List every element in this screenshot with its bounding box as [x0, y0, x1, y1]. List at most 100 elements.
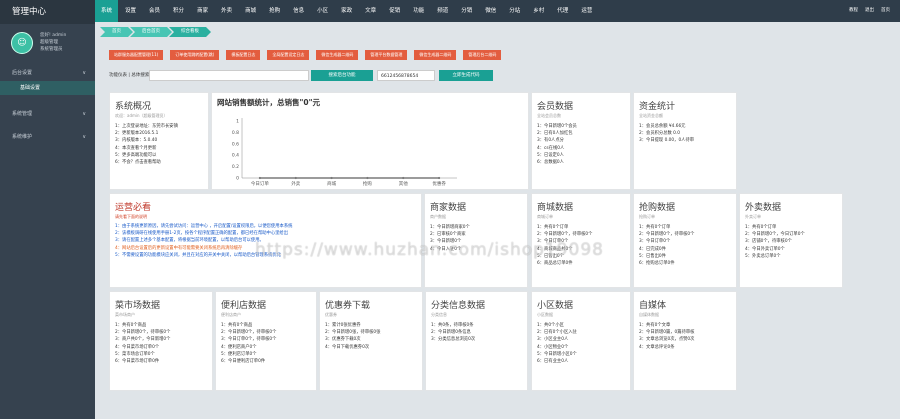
- stat-line: 6：今日便利店订单0件: [221, 359, 266, 365]
- search-input[interactable]: [149, 70, 309, 81]
- top-nav-item[interactable]: 促销: [383, 0, 406, 22]
- stat-line: 1：共有0个订单: [639, 225, 671, 230]
- quick-button[interactable]: 站群服务器配置管理(11): [109, 50, 164, 60]
- top-nav-item[interactable]: 积分: [167, 0, 190, 22]
- logout-link[interactable]: 退出: [865, 0, 874, 22]
- avatar[interactable]: ☺: [11, 32, 33, 54]
- sidebar-menu-maintain[interactable]: 系统维护 ∨: [0, 130, 95, 145]
- stat-line: 4：本次查看个月更新: [115, 145, 157, 151]
- stat-line: 2：今日新增0个，待审核0个: [639, 232, 695, 238]
- chevron-down-icon: ∨: [82, 134, 86, 140]
- top-nav-item[interactable]: 商家: [191, 0, 214, 22]
- code-field[interactable]: 6612456878654: [377, 70, 435, 81]
- stat-line: 3：今日提现 0.00，0人待审: [639, 138, 695, 144]
- top-nav-item[interactable]: 家政: [335, 0, 358, 22]
- card-title: 外卖数据: [745, 203, 782, 213]
- user-panel: ☺ 您好! admin 超级管理 系统管理员: [0, 24, 95, 62]
- stat-line: 1：累计0张优惠券: [325, 323, 361, 328]
- sidebar-item-basic[interactable]: 基础设置: [0, 81, 95, 95]
- top-nav-item[interactable]: 小区: [311, 0, 334, 22]
- stat-line: 4：今日菜市场订单0个: [115, 344, 160, 350]
- card-subtitle: 全站会员总数: [537, 113, 561, 118]
- sales-chart: 1 0.8 0.6 0.4 0.2 0 今日订单 外卖 商城 抢购 其他 优惠券: [232, 118, 457, 187]
- stat-line: 3：今日订单0个，待审核0个: [221, 337, 277, 343]
- crumb-admin-home[interactable]: 后台首页: [130, 27, 172, 37]
- card-subtitle: 自媒体数据: [639, 312, 659, 317]
- quick-action-buttons: 站群服务器配置管理(11) 订单使用跳转配置(跳) 模板配置日志 全局配置设定日…: [109, 50, 502, 60]
- card-title: 系统概况: [115, 102, 152, 112]
- top-nav-item[interactable]: 外卖: [215, 0, 238, 22]
- y-tick-label: 0.6: [232, 141, 239, 147]
- quick-button[interactable]: 订单使用跳转配置(跳): [170, 50, 220, 60]
- stat-line: 1：上次登录地址：东莞市长安镇: [115, 124, 178, 129]
- stat-line: 5：外卖总订单0个: [745, 253, 781, 259]
- card-title: 小区数据: [537, 301, 574, 311]
- card-subtitle: 外卖订单: [745, 214, 761, 219]
- sidebar-menu-label: 系统维护: [12, 134, 33, 140]
- quick-button[interactable]: 全局配置设定日志: [267, 50, 310, 60]
- x-tick-label: 其他: [399, 180, 408, 187]
- stat-line: 6：商品总订单0件: [537, 261, 573, 267]
- top-nav-item[interactable]: 抢购: [263, 0, 286, 22]
- stat-line: 2：会员积分总数 0.0: [639, 131, 681, 137]
- sidebar-menu-system[interactable]: 系统管理 ∨: [0, 107, 95, 122]
- top-nav-item[interactable]: 分销: [455, 0, 478, 22]
- stat-line: 3：店铺0个，待审核0个: [745, 239, 792, 245]
- card-subtitle: 商城订单: [537, 214, 553, 219]
- quick-button[interactable]: 微信生成器二维码: [414, 50, 457, 60]
- x-tick-label: 今日订单: [251, 180, 269, 187]
- data-point: [437, 176, 441, 180]
- search-button[interactable]: 搜索后台功能: [311, 70, 373, 81]
- top-nav-item[interactable]: 文章: [359, 0, 382, 22]
- top-nav-item[interactable]: 信息: [287, 0, 310, 22]
- stat-line: 2：更新版本2016.5.1: [115, 131, 159, 137]
- card-community-data: 小区数据 小区数据 1：共0个小区 2：已有0个小区入驻 3：小区业主0人 4：小区物…: [531, 291, 631, 391]
- stat-line: 3：分类信息总浏览0次: [431, 337, 476, 343]
- top-nav-item[interactable]: 代理: [551, 0, 574, 22]
- stat-line: 5：已设定0人: [537, 152, 564, 158]
- quick-button[interactable]: 微信生成器二维码: [316, 50, 359, 60]
- quick-button[interactable]: 管理后台二维码: [463, 50, 502, 60]
- top-nav-item[interactable]: 设置: [119, 0, 142, 22]
- stat-line: 4：已完成0件: [639, 246, 666, 252]
- y-tick-label: 1: [236, 119, 239, 125]
- help-link[interactable]: 教程: [849, 0, 858, 22]
- crumb-home[interactable]: 首页: [100, 27, 133, 37]
- data-point: [330, 176, 333, 180]
- top-nav-item[interactable]: 频道: [431, 0, 454, 22]
- quick-button[interactable]: 模板配置日志: [226, 50, 261, 60]
- top-nav-item[interactable]: 乡村: [527, 0, 550, 22]
- stat-line: 4：cs在线0人: [537, 145, 565, 151]
- user-greeting: 您好! admin: [40, 33, 67, 38]
- quick-button[interactable]: 管理平台数据管理: [365, 50, 408, 60]
- top-nav-item[interactable]: 会员: [143, 0, 166, 22]
- stat-line: 2：今日新增0个，待审核0个: [221, 330, 277, 336]
- generate-code-button[interactable]: 立即生成代码: [439, 70, 493, 81]
- y-tick-label: 0.2: [232, 164, 239, 170]
- top-nav-item[interactable]: 分站: [503, 0, 526, 22]
- stat-line: 4：今日下载优惠券0次: [325, 344, 370, 350]
- crumb-dashboard[interactable]: 综合看板: [169, 27, 211, 37]
- top-links: 教程 退出 首页: [842, 0, 890, 22]
- card-subtitle: 便利店商户: [221, 312, 241, 317]
- stat-line: 2：今日新增0篇，0篇待审核: [639, 330, 695, 336]
- top-nav-item[interactable]: 运营: [575, 0, 598, 22]
- sidebar-menu-settings[interactable]: 后台设置 ∨: [0, 66, 95, 81]
- app-title: 管理中心: [0, 0, 95, 24]
- stat-line: 3：商户共0个，今日新增0个: [115, 337, 171, 343]
- y-tick-label: 0: [236, 176, 239, 182]
- card-subtitle: 商户数据: [430, 214, 446, 219]
- card-title: 自媒体: [639, 301, 667, 311]
- card-member-data: 会员数据 全站会员总数 1：今日新增0个会员 2：已有0人加红包 3：有0人点分 4：…: [531, 92, 631, 190]
- data-point: [402, 176, 405, 180]
- stat-line: 6：今日菜市场订单0件: [115, 359, 160, 365]
- top-nav-item[interactable]: 商城: [239, 0, 262, 22]
- home-link[interactable]: 首页: [881, 0, 890, 22]
- card-finance: 资金统计 全站资金总额 1：会员总余额 ¥4.66元 2：会员积分总数 0.0 3：…: [633, 92, 737, 190]
- top-nav-item[interactable]: 系统: [95, 0, 119, 22]
- card-title: 抢购数据: [639, 203, 676, 213]
- top-nav-item[interactable]: 功能: [407, 0, 430, 22]
- chevron-down-icon: ∨: [82, 70, 86, 76]
- top-nav-item[interactable]: 微信: [479, 0, 502, 22]
- y-tick-label: 0.8: [232, 130, 239, 136]
